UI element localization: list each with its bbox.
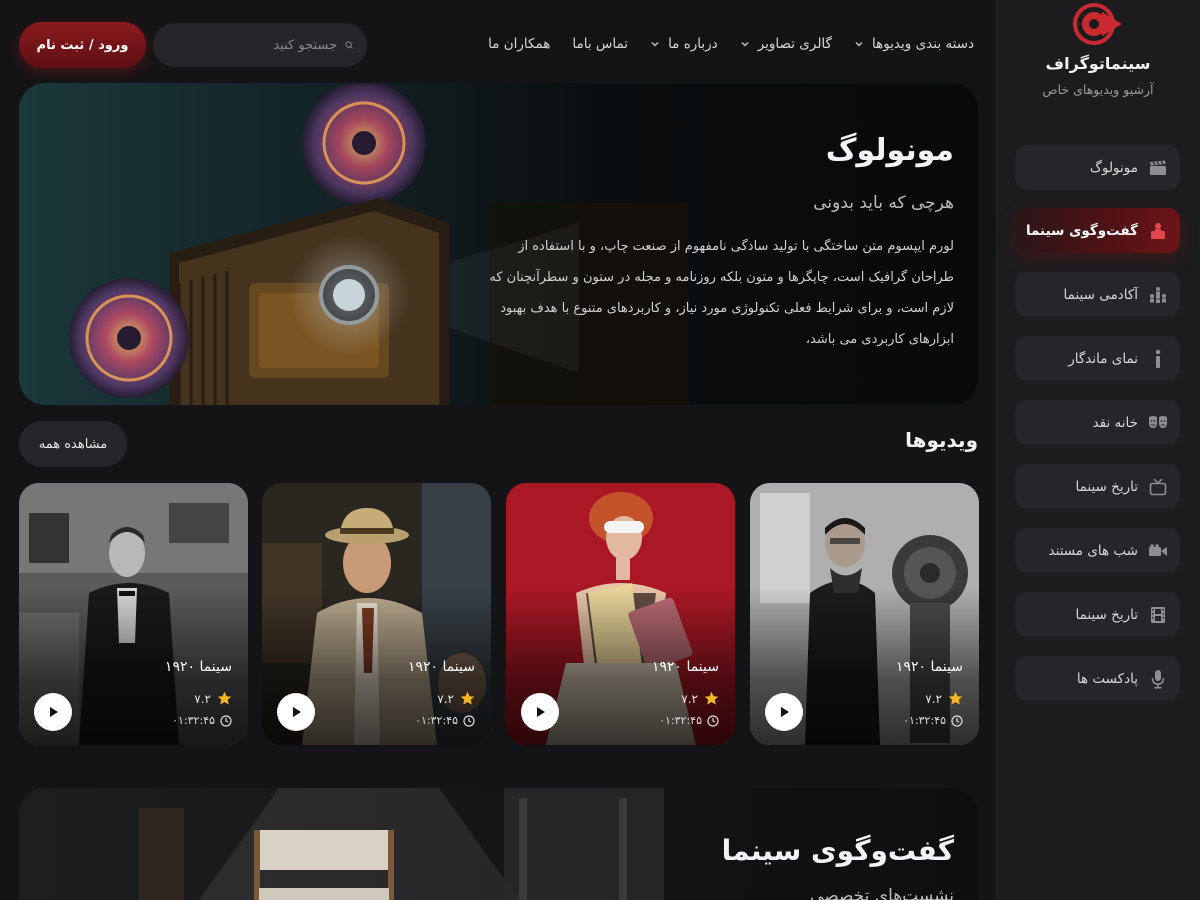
sidebar-item-label: شب های مستند [1048,542,1138,559]
video-rating: ۷.۲ [681,691,719,706]
nav-item-label: دسته بندی ویدیوها [871,36,974,52]
brand-subtitle: آرشیو ویدیوهای خاص [1042,82,1154,97]
speaker-podium-icon [1148,221,1168,241]
video-duration: ۰۱:۳۲:۴۵ [659,714,719,727]
video-title: سینما ۱۹۲۰ [895,659,963,675]
duration-value: ۰۱:۳۲:۴۵ [172,714,215,727]
video-rating: ۷.۲ [194,691,232,706]
sidebar-item-cinema-talk[interactable]: گفت‌وگوی سینما [1015,208,1180,253]
video-title: سینما ۱۹۲۰ [407,659,475,675]
brand-name: سینماتوگراف [1045,54,1151,73]
video-duration: ۰۱:۳۲:۴۵ [172,714,232,727]
nav-item-image-gallery[interactable]: گالری تصاویر [740,36,832,52]
clapperboard-icon [1148,158,1168,178]
sidebar-item-label: تاریخ سینما [1075,478,1138,495]
star-icon [460,691,475,705]
nav-item-our-partners[interactable]: همکاران ما [488,36,550,52]
clock-icon [463,714,475,727]
play-button[interactable] [34,693,72,731]
search-input[interactable] [167,37,337,53]
nav-item-label: گالری تصاویر [757,36,832,52]
sidebar-item-lasting-shot[interactable]: نمای ماندگار [1015,336,1180,381]
sidebar-item-critique-house[interactable]: خانه نقد [1015,400,1180,445]
play-button[interactable] [521,693,559,731]
top-nav: دسته بندی ویدیوها گالری تصاویر درباره ما… [466,22,974,66]
nav-item-contact-us[interactable]: تماس باما [572,36,628,52]
video-card[interactable]: سینما ۱۹۲۰ ۷.۲ ۰۱:۳۲:۴۵ [506,483,735,745]
star-icon [217,691,232,705]
video-title: سینما ۱۹۲۰ [164,659,232,675]
rating-value: ۷.۲ [437,691,454,706]
sidebar-item-cinema-academy[interactable]: آکادمی سینما [1015,272,1180,317]
hero-description: لورم ایپسوم متن ساختگی با تولید سادگی نا… [489,239,954,347]
cinema-talk-title: گفت‌وگوی سینما [721,834,954,867]
chevron-down-icon [651,41,659,47]
video-rating: ۷.۲ [437,691,475,706]
sidebar-item-label: تاریخ سینما [1075,606,1138,623]
sidebar-item-label: خانه نقد [1092,414,1138,431]
rating-value: ۷.۲ [194,691,211,706]
search-icon[interactable] [345,36,353,54]
nav-item-label: تماس باما [572,36,629,52]
clock-icon [707,714,719,727]
nav-item-video-categories[interactable]: دسته بندی ویدیوها [854,36,974,52]
star-icon [948,691,963,705]
video-camera-icon [1148,541,1168,561]
play-button[interactable] [765,693,803,731]
video-duration: ۰۱:۳۲:۴۵ [415,714,475,727]
sidebar-item-cinema-history[interactable]: تاریخ سینما [1015,464,1180,509]
view-all-button[interactable]: مشاهده همه [19,421,127,467]
video-card[interactable]: سینما ۱۹۲۰ ۷.۲ ۰۱:۳۲:۴۵ [19,483,248,745]
nav-item-label: درباره ما [668,36,718,52]
nav-item-label: همکاران ما [488,36,551,52]
info-icon [1148,349,1168,369]
sidebar-item-label: مونولوگ [1089,159,1138,176]
play-icon [50,707,58,717]
audience-icon [1148,285,1168,305]
hero-banner: مونولوگ هرچی که باید بدونی لورم ایپسوم م… [19,83,978,405]
cinema-talk-banner: گفت‌وگوی سینما نشست‌های تخصصی [19,788,978,900]
sidebar-item-monologue[interactable]: مونولوگ [1015,145,1180,190]
sidebar: سینماتوگراف آرشیو ویدیوهای خاص مونولوگ گ… [996,0,1200,900]
sidebar-item-cinema-history-2[interactable]: تاریخ سینما [1015,592,1180,637]
nav-item-about-us[interactable]: درباره ما [650,36,718,52]
videos-section-title: ویدیوها [905,428,978,452]
video-duration: ۰۱:۳۲:۴۵ [903,714,963,727]
chevron-down-icon [741,41,749,47]
sidebar-item-label: آکادمی سینما [1063,286,1138,303]
logo-icon [1073,3,1122,45]
rating-value: ۷.۲ [925,691,942,706]
tv-icon [1148,477,1168,497]
video-card[interactable]: سینما ۱۹۲۰ ۷.۲ ۰۱:۳۲:۴۵ [750,483,979,745]
duration-value: ۰۱:۳۲:۴۵ [415,714,458,727]
sidebar-item-documentary-nights[interactable]: شب های مستند [1015,528,1180,573]
play-button[interactable] [277,693,315,731]
theater-masks-icon [1148,413,1168,433]
rating-value: ۷.۲ [681,691,698,706]
play-icon [537,707,545,717]
sidebar-item-label: نمای ماندگار [1068,350,1138,367]
video-card[interactable]: سینما ۱۹۲۰ ۷.۲ ۰۱:۳۲:۴۵ [262,483,491,745]
play-icon [293,707,301,717]
search-bar [153,23,367,67]
sidebar-item-podcasts[interactable]: پادکست ها [1015,656,1180,701]
star-icon [704,691,719,705]
clock-icon [951,714,963,727]
hero-title: مونولوگ [825,133,954,168]
hero-subtitle: هرچی که باید بدونی [813,193,954,213]
cinema-talk-subtitle: نشست‌های تخصصی [810,886,954,900]
microphone-icon [1148,669,1168,689]
sidebar-item-label: پادکست ها [1076,670,1138,687]
chevron-down-icon [855,41,863,47]
film-strip-icon [1148,605,1168,625]
sidebar-item-label: گفت‌وگوی سینما [1025,222,1138,239]
video-title: سینما ۱۹۲۰ [651,659,719,675]
duration-value: ۰۱:۳۲:۴۵ [659,714,702,727]
duration-value: ۰۱:۳۲:۴۵ [903,714,946,727]
play-icon [781,707,789,717]
login-register-button[interactable]: ورود / ثبت نام [19,22,146,68]
video-rating: ۷.۲ [925,691,963,706]
clock-icon [220,714,232,727]
